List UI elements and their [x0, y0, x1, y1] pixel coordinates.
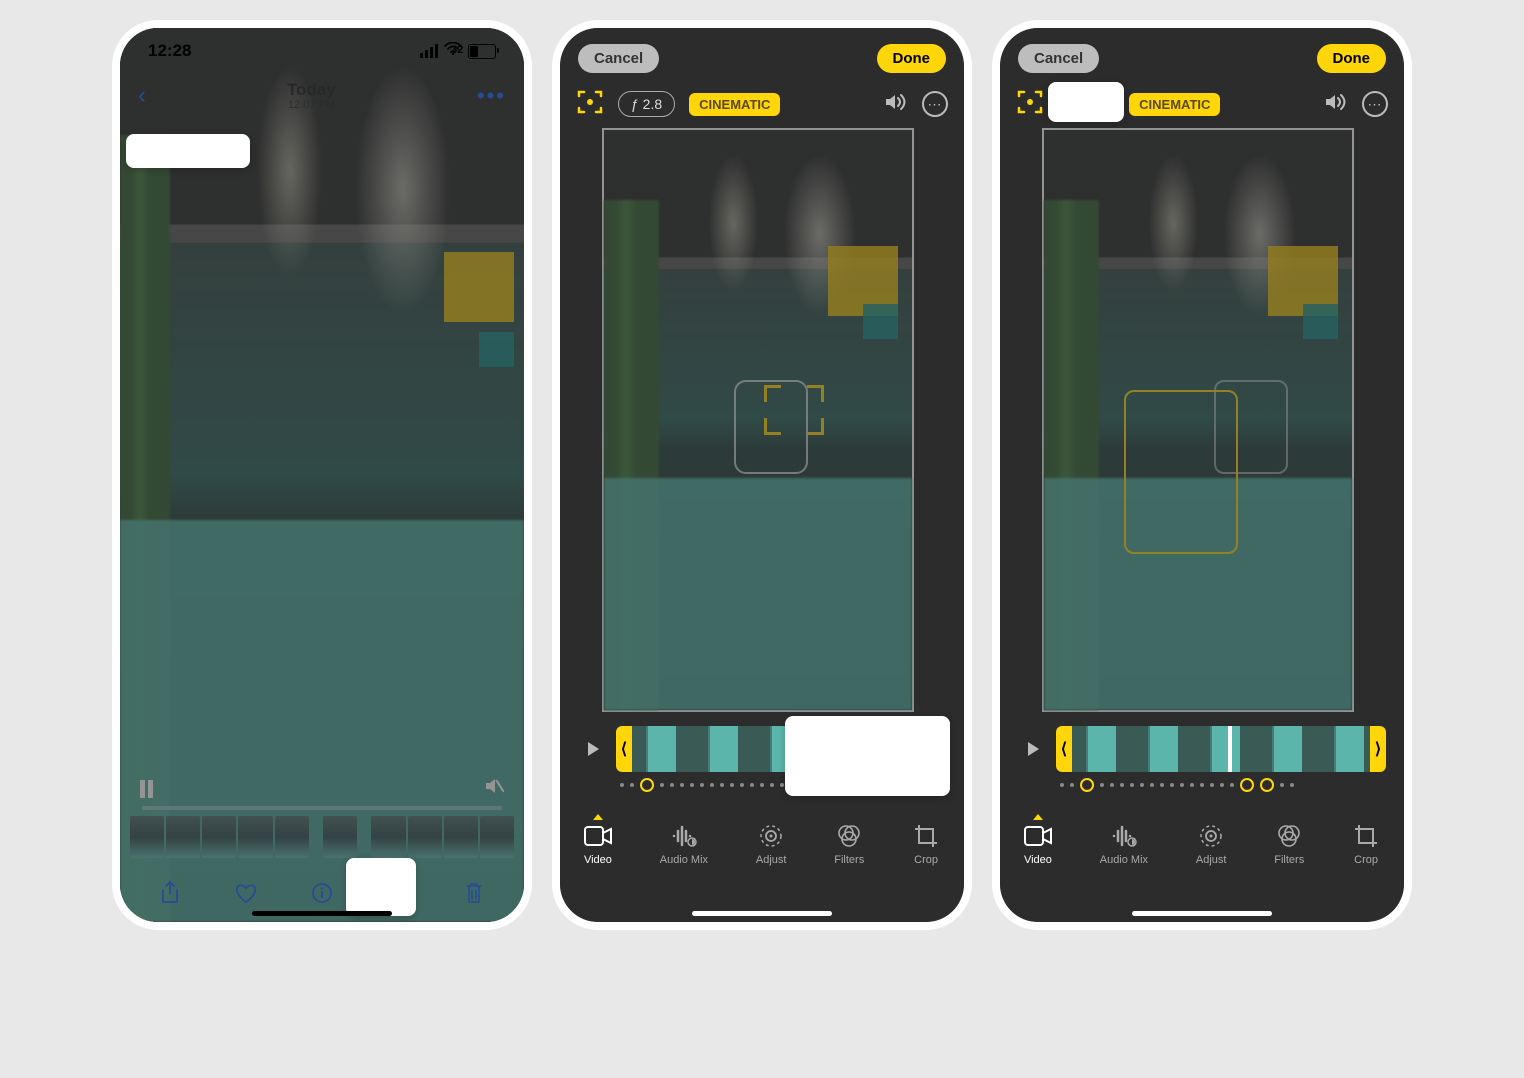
- editor-preview[interactable]: [602, 128, 914, 712]
- trim-handle-left[interactable]: ⟨: [1056, 726, 1072, 772]
- cinematic-chip[interactable]: CINEMATIC: [689, 93, 780, 116]
- highlight-cinematic-badge: [126, 134, 250, 168]
- done-button[interactable]: Done: [1317, 44, 1387, 73]
- tab-adjust[interactable]: Adjust: [1196, 822, 1227, 866]
- more-options-button[interactable]: ⋯: [922, 91, 948, 117]
- trim-handle-left[interactable]: ⟨: [616, 726, 632, 772]
- focus-selected-yellow[interactable]: [1124, 390, 1238, 554]
- tab-label: Filters: [834, 854, 864, 866]
- audio-button[interactable]: [1324, 92, 1348, 117]
- phone-editor-timeline: Cancel Done ƒ 2.8 CINEMATIC ⋯: [552, 20, 972, 930]
- tab-label: Audio Mix: [1100, 854, 1148, 866]
- tab-label: Filters: [1274, 854, 1304, 866]
- trash-button[interactable]: [454, 873, 494, 913]
- crop-icon: [1352, 822, 1380, 850]
- highlight-fstop: [1048, 82, 1124, 122]
- tab-video[interactable]: Video: [584, 822, 612, 866]
- focus-mode-button[interactable]: [576, 88, 604, 121]
- tab-adjust[interactable]: Adjust: [756, 822, 787, 866]
- done-button[interactable]: Done: [877, 44, 947, 73]
- back-button[interactable]: ‹: [138, 82, 146, 110]
- filters-icon: [1275, 822, 1303, 850]
- pause-button[interactable]: [140, 780, 154, 798]
- battery-icon: 32: [468, 44, 496, 59]
- tab-label: Adjust: [1196, 854, 1227, 866]
- tab-label: Adjust: [756, 854, 787, 866]
- video-icon: [1024, 822, 1052, 850]
- highlight-timeline: [785, 716, 950, 796]
- filters-icon: [835, 822, 863, 850]
- video-icon: [584, 822, 612, 850]
- adjust-icon: [757, 822, 785, 850]
- favorite-button[interactable]: [226, 873, 266, 913]
- tab-label: Video: [1024, 854, 1052, 866]
- cancel-button[interactable]: Cancel: [578, 44, 659, 73]
- home-indicator: [692, 911, 832, 916]
- cellular-icon: [420, 44, 438, 58]
- editor-preview[interactable]: [1042, 128, 1354, 712]
- clip-timeline[interactable]: ⟨ ⟩: [1056, 726, 1386, 772]
- audio-mix-icon: [670, 822, 698, 850]
- tab-label: Crop: [1354, 854, 1378, 866]
- mute-button[interactable]: [484, 777, 504, 800]
- audio-mix-icon: [1110, 822, 1138, 850]
- play-button[interactable]: [578, 734, 608, 764]
- highlight-edit-button: [346, 858, 416, 916]
- phone-editor-fstop: Cancel Done ƒ 2.8 CINEMATIC ⋯: [992, 20, 1412, 930]
- scrubber[interactable]: [142, 806, 502, 810]
- tab-audio-mix[interactable]: Audio Mix: [1100, 822, 1148, 866]
- cinematic-chip[interactable]: CINEMATIC: [1129, 93, 1220, 116]
- tab-filters[interactable]: Filters: [1274, 822, 1304, 866]
- trim-handle-right[interactable]: ⟩: [1370, 726, 1386, 772]
- audio-button[interactable]: [884, 92, 908, 117]
- tab-filters[interactable]: Filters: [834, 822, 864, 866]
- phone-photos-viewer: 12:28 32 ‹ Today 12:07 PM: [112, 20, 532, 930]
- tab-video[interactable]: Video: [1024, 822, 1052, 866]
- tab-crop[interactable]: Crop: [1352, 822, 1380, 866]
- crop-icon: [912, 822, 940, 850]
- tab-audio-mix[interactable]: Audio Mix: [660, 822, 708, 866]
- info-button[interactable]: [302, 873, 342, 913]
- playhead[interactable]: [1228, 726, 1232, 772]
- play-button[interactable]: [1018, 734, 1048, 764]
- status-time: 12:28: [148, 41, 191, 61]
- depth-keyframe-track[interactable]: [1060, 778, 1386, 792]
- status-bar: 12:28 32: [120, 28, 524, 74]
- share-button[interactable]: [150, 873, 190, 913]
- more-button[interactable]: •••: [477, 83, 506, 109]
- home-indicator: [252, 911, 392, 916]
- focus-mode-button[interactable]: [1016, 88, 1044, 121]
- tab-label: Video: [584, 854, 612, 866]
- more-options-button[interactable]: ⋯: [1362, 91, 1388, 117]
- adjust-icon: [1197, 822, 1225, 850]
- tab-label: Crop: [914, 854, 938, 866]
- home-indicator: [1132, 911, 1272, 916]
- cancel-button[interactable]: Cancel: [1018, 44, 1099, 73]
- depth-fstop-button[interactable]: ƒ 2.8: [618, 91, 675, 117]
- tab-label: Audio Mix: [660, 854, 708, 866]
- tab-crop[interactable]: Crop: [912, 822, 940, 866]
- thumbnail-strip[interactable]: [130, 816, 514, 858]
- page-title: Today 12:07 PM: [287, 81, 336, 112]
